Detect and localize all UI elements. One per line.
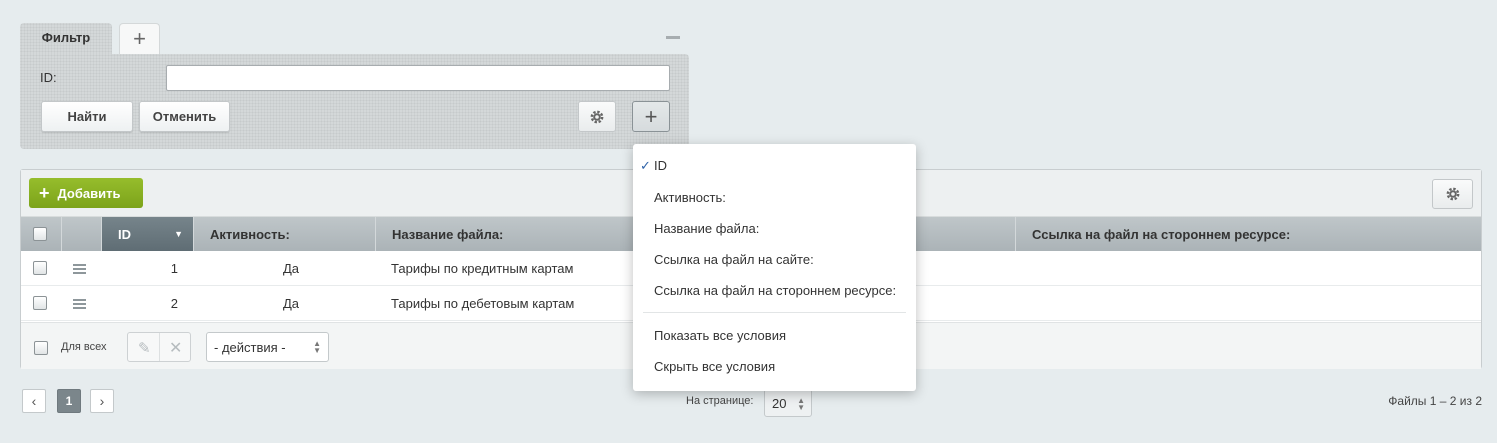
add-button-label: Добавить [57, 185, 121, 201]
column-header-id[interactable]: ID ▼ [101, 217, 193, 251]
filter-fields-dropdown: ✓ ID Активность: Название файла: Ссылка … [633, 144, 916, 391]
gear-icon [1446, 187, 1459, 201]
gear-icon [590, 110, 604, 123]
column-header-id-label: ID [118, 226, 131, 242]
edit-delete-group: ✎ ✕ [127, 332, 191, 362]
row-checkbox[interactable] [33, 296, 47, 310]
sort-desc-icon: ▼ [174, 229, 183, 239]
add-filter-field-button[interactable]: + [632, 101, 670, 132]
plus-icon: + [39, 183, 50, 203]
filter-id-label: ID: [40, 70, 57, 85]
add-button[interactable]: + Добавить [29, 178, 143, 208]
dropdown-divider [643, 312, 906, 313]
filter-id-input[interactable] [166, 65, 670, 91]
current-page-label: 1 [65, 394, 73, 408]
chevron-right-icon: › [99, 393, 105, 409]
per-page-label: На странице: [686, 395, 754, 407]
dropdown-item-activity[interactable]: Активность: [654, 190, 726, 205]
add-filter-tab-button[interactable]: + [119, 23, 160, 54]
minimize-icon[interactable] [666, 36, 680, 39]
column-header-activity[interactable]: Активность: [193, 217, 375, 251]
cancel-button[interactable]: Отменить [139, 101, 230, 132]
select-arrows-icon: ▲ ▼ [313, 339, 321, 355]
dropdown-item-external-link[interactable]: Ссылка на файл на стороннем ресурсе: [654, 283, 896, 298]
select-all-checkbox[interactable] [33, 227, 47, 241]
row-id: 2 [170, 296, 178, 311]
page-1-button[interactable]: 1 [57, 389, 81, 413]
prev-page-button[interactable]: ‹ [22, 389, 46, 413]
hide-all-conditions[interactable]: Скрыть все условия [654, 359, 775, 374]
row-checkbox[interactable] [33, 261, 47, 275]
header-select-all-cell [21, 217, 61, 251]
row-id: 1 [170, 261, 178, 276]
column-header-file-name-label: Название файла: [392, 226, 504, 242]
actions-select-value: - действия - [214, 339, 286, 355]
for-all-label: Для всех [61, 341, 107, 353]
records-summary: Файлы 1 – 2 из 2 [1388, 394, 1482, 408]
dropdown-item-site-link[interactable]: Ссылка на файл на сайте: [654, 252, 814, 267]
divider [159, 333, 160, 361]
dropdown-item-id[interactable]: ID [654, 158, 667, 173]
column-header-external-link-label: Ссылка на файл на стороннем ресурсе: [1032, 226, 1291, 242]
filter-tab-label: Фильтр [41, 30, 91, 45]
chevron-left-icon: ‹ [31, 393, 37, 409]
column-header-activity-label: Активность: [210, 226, 290, 242]
grid-settings-button[interactable] [1432, 179, 1473, 209]
for-all-checkbox[interactable] [34, 341, 48, 355]
filter-settings-button[interactable] [578, 101, 616, 132]
row-activity: Да [282, 261, 300, 276]
select-arrows-icon: ▲ ▼ [797, 396, 805, 412]
plus-icon: + [644, 103, 658, 129]
dropdown-item-file-name[interactable]: Название файла: [654, 221, 759, 236]
plus-icon: + [133, 26, 146, 51]
delete-icon[interactable]: ✕ [169, 338, 182, 358]
row-activity: Да [282, 296, 300, 311]
find-button[interactable]: Найти [41, 101, 133, 132]
row-menu-icon[interactable] [73, 264, 86, 276]
next-page-button[interactable]: › [90, 389, 114, 413]
column-header-external-link[interactable]: Ссылка на файл на стороннем ресурсе: [1015, 217, 1481, 251]
pencil-icon[interactable]: ✎ [138, 339, 151, 357]
per-page-value: 20 [772, 395, 787, 411]
checkmark-icon: ✓ [640, 158, 651, 173]
show-all-conditions[interactable]: Показать все условия [654, 328, 786, 343]
actions-select[interactable]: - действия - ▲ ▼ [206, 332, 329, 362]
header-actions-cell [61, 217, 101, 251]
per-page-select[interactable]: 20 ▲ ▼ [764, 389, 812, 417]
tab-filter[interactable]: Фильтр [20, 23, 112, 56]
row-menu-icon[interactable] [73, 299, 86, 311]
